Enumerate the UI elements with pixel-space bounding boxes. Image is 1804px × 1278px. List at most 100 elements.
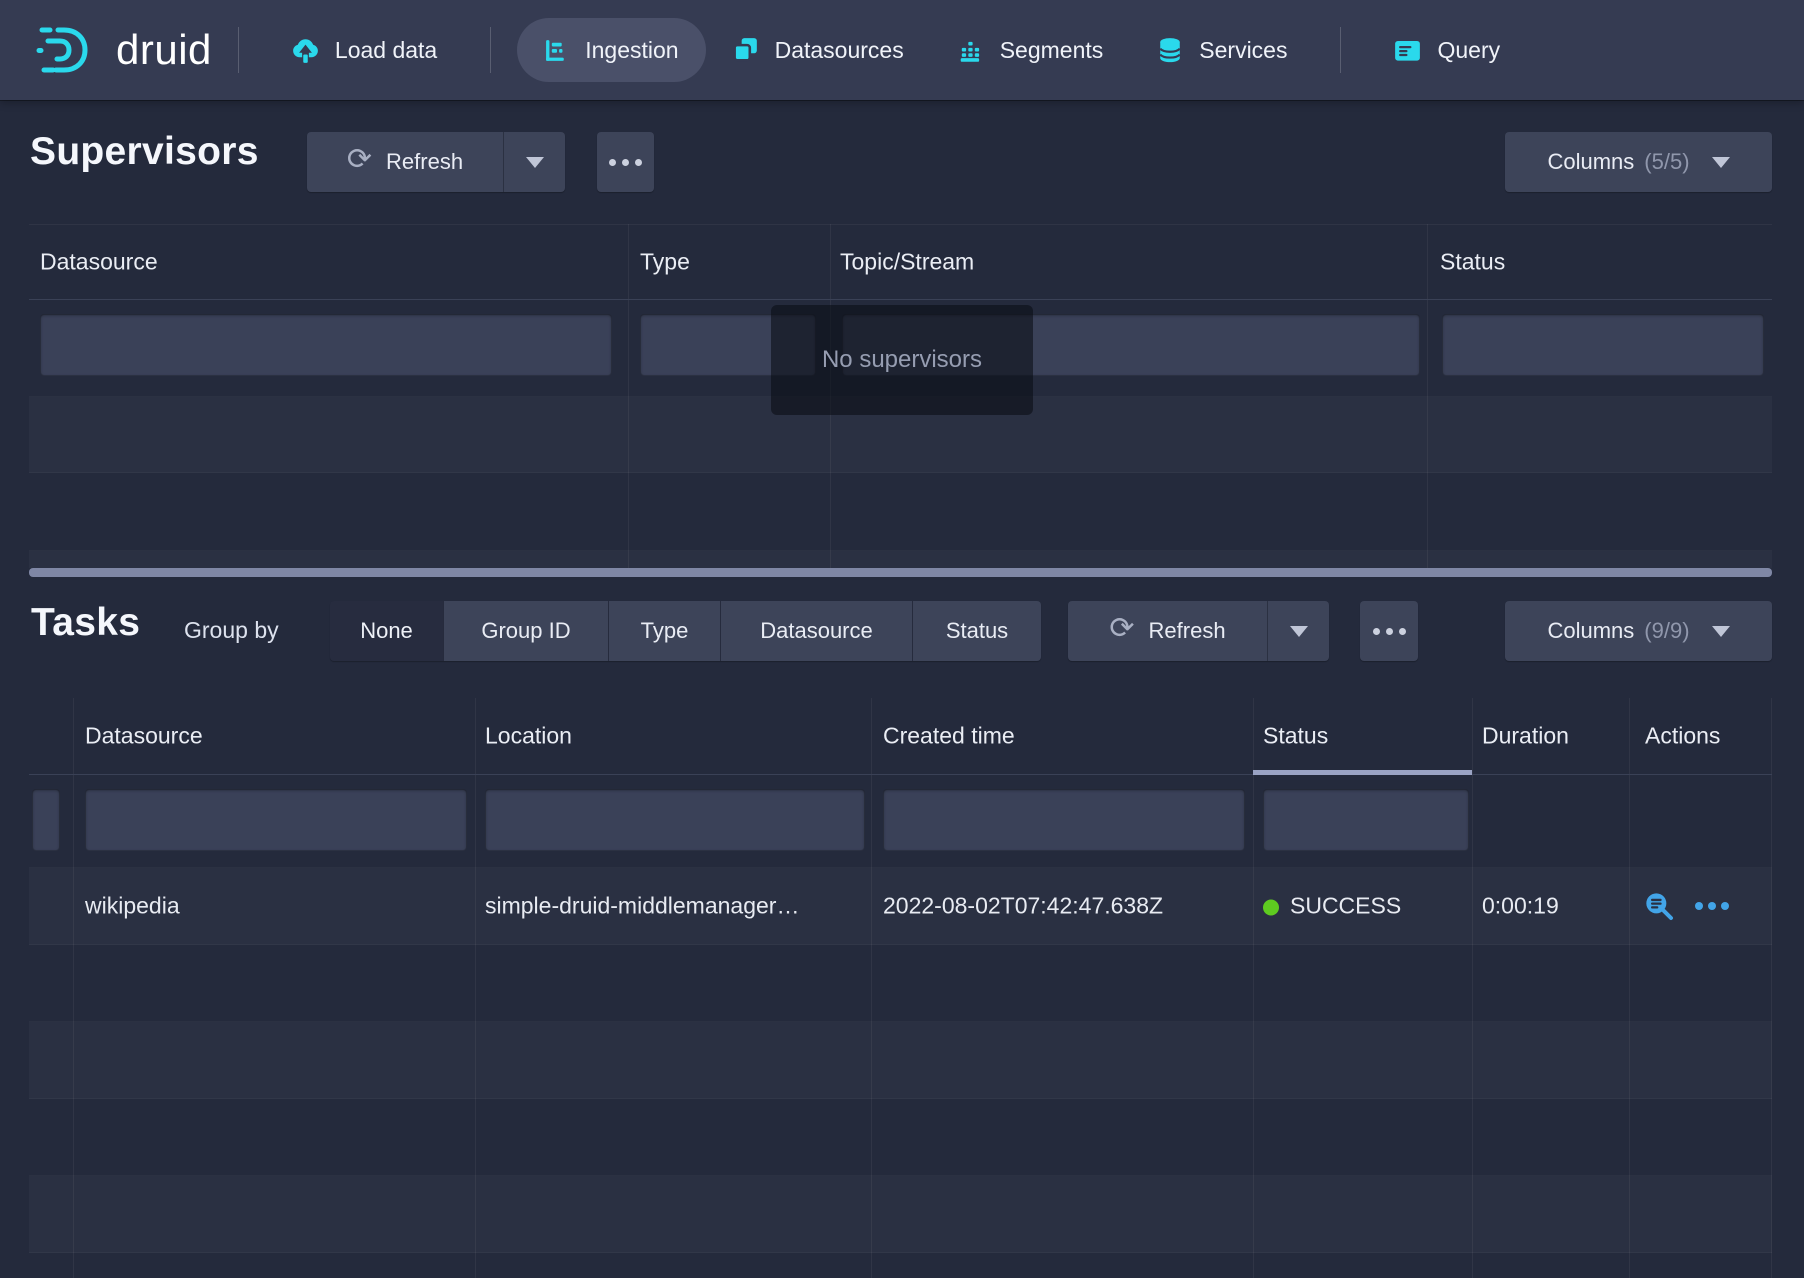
group-by-datasource-button[interactable]: Datasource: [721, 601, 912, 661]
filter-input-location[interactable]: [485, 789, 865, 851]
header-datasource[interactable]: Datasource: [40, 249, 158, 276]
header-duration[interactable]: Duration: [1482, 723, 1569, 750]
header-created-time[interactable]: Created time: [883, 723, 1015, 750]
columns-count: (5/5): [1644, 149, 1689, 175]
header-location[interactable]: Location: [485, 723, 572, 750]
caret-down-icon: [1712, 157, 1730, 168]
database-icon: [1157, 37, 1183, 63]
table-row: [29, 473, 1772, 551]
columns-count: (9/9): [1644, 618, 1689, 644]
supervisors-title: Supervisors: [30, 130, 259, 174]
nav-item-label: Query: [1437, 37, 1500, 64]
header-status[interactable]: Status: [1440, 249, 1505, 276]
supervisors-table-header: Datasource Type Topic/Stream Status: [29, 224, 1772, 300]
tasks-more-button[interactable]: [1360, 601, 1418, 661]
table-row: [29, 1022, 1772, 1099]
refresh-label: Refresh: [1149, 618, 1226, 644]
no-supervisors-overlay: No supervisors: [771, 305, 1033, 415]
group-by-label: Group by: [184, 617, 279, 644]
supervisors-more-button[interactable]: [597, 132, 654, 192]
druid-logo[interactable]: druid: [36, 24, 212, 76]
druid-logo-icon: [36, 24, 100, 76]
tasks-table: Datasource Location Created time Status …: [29, 698, 1772, 1278]
logo-wordmark: druid: [116, 26, 212, 74]
nav-item-load-data[interactable]: Load data: [265, 18, 464, 82]
magnifier-details-icon[interactable]: [1643, 890, 1675, 922]
more-dots-icon: [609, 159, 642, 166]
nav-item-segments[interactable]: Segments: [931, 18, 1131, 82]
nav-item-label: Ingestion: [585, 37, 678, 64]
upload-icon: [292, 37, 319, 64]
table-row: [29, 1176, 1772, 1253]
nav-item-datasources[interactable]: Datasources: [706, 18, 931, 82]
filter-input-status[interactable]: [1442, 314, 1764, 376]
header-type[interactable]: Type: [640, 249, 690, 276]
stacked-layers-icon: [733, 37, 759, 63]
console-icon: [1394, 37, 1421, 64]
nav-item-label: Datasources: [775, 37, 904, 64]
columns-label: Columns: [1547, 149, 1634, 175]
cell-datasource: wikipedia: [85, 893, 180, 920]
tasks-refresh-split-button: ⟳ Refresh: [1068, 601, 1329, 661]
supervisors-columns-button[interactable]: Columns (5/5): [1505, 132, 1772, 192]
nav-divider: [490, 27, 491, 73]
nav-divider: [238, 27, 239, 73]
header-datasource[interactable]: Datasource: [85, 723, 203, 750]
supervisors-refresh-split-button: ⟳ Refresh: [307, 132, 565, 192]
group-by-button-group: None Group ID Type Datasource Status: [330, 601, 1041, 661]
bar-chart-icon: [958, 37, 984, 63]
tasks-columns-button[interactable]: Columns (9/9): [1505, 601, 1772, 661]
status-text: SUCCESS: [1290, 893, 1401, 919]
filter-input-datasource[interactable]: [85, 789, 467, 851]
cell-status: SUCCESS: [1263, 893, 1401, 920]
columns-label: Columns: [1547, 618, 1634, 644]
supervisors-refresh-menu-button[interactable]: [503, 132, 565, 192]
caret-down-icon: [1712, 626, 1730, 637]
table-row: [29, 945, 1772, 1022]
more-dots-icon: [1373, 628, 1406, 635]
cell-actions: [1643, 868, 1729, 944]
caret-down-icon: [1290, 626, 1308, 637]
tasks-refresh-button[interactable]: ⟳ Refresh: [1068, 601, 1267, 661]
header-topic-stream[interactable]: Topic/Stream: [840, 249, 974, 276]
filter-input-hidden-column[interactable]: [32, 789, 60, 851]
success-status-dot-icon: [1263, 900, 1279, 916]
filter-input-created-time[interactable]: [883, 789, 1245, 851]
task-row-wikipedia[interactable]: wikipedia simple-druid-middlemanager… 20…: [29, 868, 1772, 945]
nav-item-query[interactable]: Query: [1367, 18, 1527, 82]
group-by-none-button[interactable]: None: [330, 601, 443, 661]
horizontal-scrollbar[interactable]: [29, 568, 1772, 577]
table-row: [29, 1099, 1772, 1176]
header-status[interactable]: Status: [1263, 723, 1328, 750]
tasks-table-header: Datasource Location Created time Status …: [29, 698, 1772, 775]
group-by-group-id-button[interactable]: Group ID: [444, 601, 608, 661]
cell-location: simple-druid-middlemanager…: [485, 893, 799, 920]
tasks-refresh-menu-button[interactable]: [1267, 601, 1329, 661]
tasks-filter-row: [29, 775, 1772, 868]
nav-item-label: Segments: [1000, 37, 1104, 64]
filter-input-datasource[interactable]: [40, 314, 612, 376]
nav-item-ingestion[interactable]: Ingestion: [517, 18, 705, 82]
druid-console: druid Load data: [0, 0, 1804, 1278]
row-more-actions-icon[interactable]: [1695, 902, 1729, 910]
cell-duration: 0:00:19: [1482, 893, 1559, 920]
supervisors-refresh-button[interactable]: ⟳ Refresh: [307, 132, 503, 192]
header-actions[interactable]: Actions: [1645, 723, 1720, 750]
gantt-chart-icon: [544, 38, 569, 63]
group-by-type-button[interactable]: Type: [609, 601, 720, 661]
nav-item-label: Services: [1199, 37, 1287, 64]
filter-input-status[interactable]: [1263, 789, 1469, 851]
nav-divider: [1340, 27, 1341, 73]
refresh-icon: ⟳: [347, 145, 372, 175]
nav-item-services[interactable]: Services: [1130, 18, 1314, 82]
refresh-icon: ⟳: [1109, 614, 1134, 644]
table-row: [29, 551, 1772, 568]
caret-down-icon: [526, 157, 544, 168]
table-row: [29, 1253, 1772, 1278]
nav-item-label: Load data: [335, 37, 437, 64]
top-nav-bar: druid Load data: [0, 0, 1804, 100]
empty-message: No supervisors: [822, 346, 982, 374]
cell-created-time: 2022-08-02T07:42:47.638Z: [883, 893, 1163, 920]
tasks-title: Tasks: [31, 601, 140, 645]
group-by-status-button[interactable]: Status: [913, 601, 1041, 661]
